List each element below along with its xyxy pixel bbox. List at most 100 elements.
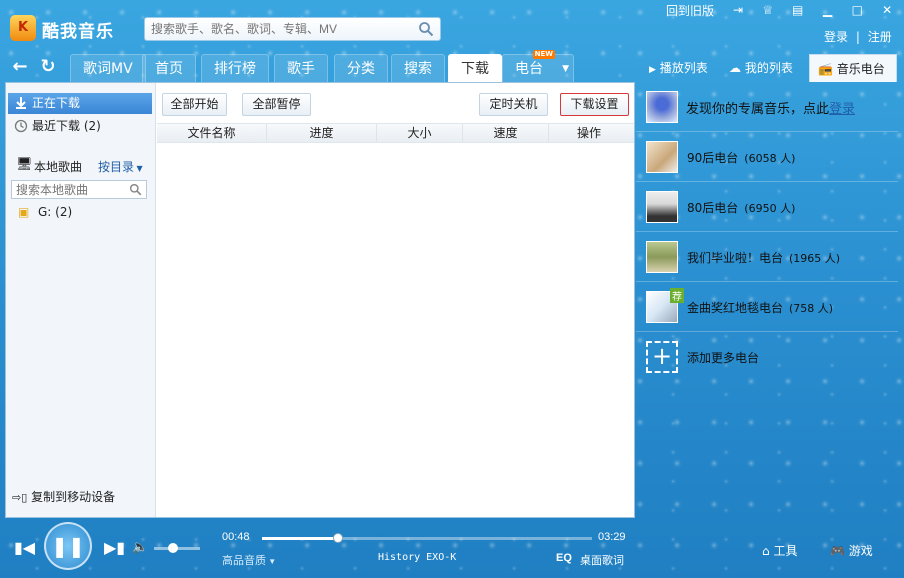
quality-dropdown[interactable]: 高品音质 ▼ bbox=[222, 552, 276, 568]
eq-button[interactable]: EQ bbox=[556, 552, 572, 564]
sidebar-item-recent[interactable]: 最近下载 (2) bbox=[8, 116, 101, 137]
next-icon[interactable]: ▶▮ bbox=[104, 538, 125, 557]
discover-login-link[interactable]: 登录 bbox=[829, 102, 855, 117]
folder-count: (2) bbox=[55, 205, 73, 219]
play-pause-button[interactable]: ❚❚ bbox=[44, 522, 92, 570]
folder-label: G: bbox=[38, 205, 52, 219]
tab-my-lists[interactable]: ☁ 我的列表 bbox=[729, 54, 793, 82]
clock-icon bbox=[14, 119, 28, 133]
elapsed-time: 00:48 bbox=[222, 531, 250, 543]
tab-radio[interactable]: 电台 NEW ▼ bbox=[502, 50, 574, 83]
local-search-input[interactable] bbox=[12, 181, 122, 198]
station-thumbnail bbox=[646, 191, 678, 223]
start-all-button[interactable]: 全部开始 bbox=[162, 93, 227, 116]
tab-music-radio-label: 音乐电台 bbox=[836, 62, 885, 76]
chevron-down-icon[interactable]: ▼ bbox=[562, 55, 569, 83]
add-more-radio-button[interactable]: + 添加更多电台 bbox=[636, 332, 898, 382]
progress-area: 00:48 03:29 高品音质 ▼ History EXO-K EQ 桌面歌词 bbox=[218, 528, 630, 570]
tab-playlist-label: 播放列表 bbox=[659, 61, 708, 75]
chevron-down-icon: ▼ bbox=[134, 164, 143, 173]
menu-icon[interactable]: ▤ bbox=[788, 2, 808, 18]
plus-icon: + bbox=[646, 341, 678, 373]
by-directory-label: 按目录 bbox=[98, 160, 135, 174]
now-playing: History EXO-K bbox=[378, 552, 457, 563]
recommend-badge: 荐 bbox=[670, 288, 684, 303]
folder-item[interactable]: ▣ G: (2) bbox=[8, 202, 72, 223]
local-search-box[interactable] bbox=[11, 180, 147, 199]
total-time: 03:29 bbox=[598, 531, 626, 543]
play-arrow-icon: ▶ bbox=[649, 65, 656, 75]
previous-icon[interactable]: ▮◀ bbox=[14, 538, 35, 557]
refresh-icon[interactable]: ↻ bbox=[33, 52, 63, 82]
login-link[interactable]: 登录 bbox=[824, 30, 848, 44]
window-controls: ⇥ ♕ ▤ ▁ □ ✕ bbox=[722, 2, 897, 22]
station-name: 90后电台 bbox=[687, 151, 739, 165]
gamepad-icon: 🎮 bbox=[830, 544, 845, 558]
cloud-icon: ☁ bbox=[729, 61, 741, 75]
volume-slider[interactable] bbox=[154, 543, 200, 553]
progress-knob[interactable] bbox=[332, 533, 343, 543]
back-arrow-icon[interactable]: ← bbox=[5, 52, 35, 82]
by-directory-dropdown[interactable]: 按目录 ▼ bbox=[98, 158, 143, 175]
volume-knob[interactable] bbox=[168, 543, 178, 553]
main-panel: 正在下载 最近下载 (2) 🖥 本地歌曲 按目录 ▼ ▣ G: (2) ⇨▯ 复… bbox=[5, 82, 635, 518]
chevron-down-icon: ▼ bbox=[266, 557, 277, 566]
column-actions[interactable]: 操作 bbox=[549, 124, 629, 142]
timer-shutdown-button[interactable]: 定时关机 bbox=[479, 93, 548, 116]
radio-station-item[interactable]: 荐 金曲奖红地毯电台 (758 人) bbox=[636, 282, 898, 332]
copy-to-device-label: 复制到移动设备 bbox=[31, 490, 116, 504]
sidebar-item-downloading[interactable]: 正在下载 bbox=[8, 93, 152, 114]
column-speed[interactable]: 速度 bbox=[463, 124, 549, 142]
tab-categories[interactable]: 分类 bbox=[334, 54, 388, 82]
tab-search[interactable]: 搜索 bbox=[391, 54, 445, 82]
skin-icon[interactable]: ♕ bbox=[758, 2, 778, 18]
search-input[interactable] bbox=[145, 18, 405, 40]
station-count: (758 人) bbox=[789, 302, 834, 315]
tab-my-lists-label: 我的列表 bbox=[744, 61, 793, 75]
desktop-lyrics-button[interactable]: 桌面歌词 bbox=[580, 552, 624, 568]
column-progress[interactable]: 进度 bbox=[267, 124, 377, 142]
close-icon[interactable]: ✕ bbox=[877, 2, 897, 18]
volume-icon[interactable]: 🔈 bbox=[132, 540, 148, 555]
pause-all-button[interactable]: 全部暂停 bbox=[242, 93, 311, 116]
tab-lyrics-mv[interactable]: 歌词MV bbox=[70, 54, 146, 82]
old-version-link[interactable]: 回到旧版 bbox=[666, 2, 714, 22]
search-box[interactable] bbox=[144, 17, 441, 41]
maximize-icon[interactable]: □ bbox=[847, 2, 867, 18]
nav-bar: ← ↻ 歌词MV 首页 排行榜 歌手 分类 搜索 下载 电台 NEW ▼ bbox=[5, 50, 635, 83]
search-icon[interactable] bbox=[418, 21, 434, 37]
station-name: 金曲奖红地毯电台 bbox=[687, 301, 784, 315]
right-tabs: ▶ 播放列表 ☁ 我的列表 📻 音乐电台 bbox=[637, 54, 900, 82]
progress-track[interactable] bbox=[262, 533, 592, 543]
register-link[interactable]: 注册 bbox=[868, 30, 892, 44]
copy-to-device-button[interactable]: ⇨▯ 复制到移动设备 bbox=[12, 488, 115, 505]
left-panel: 正在下载 最近下载 (2) 🖥 本地歌曲 按目录 ▼ ▣ G: (2) ⇨▯ 复… bbox=[6, 83, 156, 517]
mini-mode-icon[interactable]: ⇥ bbox=[728, 2, 748, 18]
search-icon[interactable] bbox=[129, 183, 142, 196]
tools-button[interactable]: ⌂ 工具 bbox=[762, 542, 797, 559]
tab-artists[interactable]: 歌手 bbox=[274, 54, 328, 82]
progress-fill bbox=[262, 537, 338, 540]
station-count: (6058 人) bbox=[744, 152, 796, 165]
station-text: 金曲奖红地毯电台 (758 人) bbox=[687, 299, 833, 316]
radio-discover[interactable]: 发现你的专属音乐，点此登录 bbox=[636, 82, 898, 132]
download-settings-button[interactable]: 下载设置 bbox=[560, 93, 629, 116]
tab-charts[interactable]: 排行榜 bbox=[201, 54, 269, 82]
radio-station-item[interactable]: 90后电台 (6058 人) bbox=[636, 132, 898, 182]
tab-download[interactable]: 下载 bbox=[448, 54, 502, 82]
tab-music-radio[interactable]: 📻 音乐电台 bbox=[809, 54, 897, 82]
station-thumbnail bbox=[646, 141, 678, 173]
column-size[interactable]: 大小 bbox=[377, 124, 463, 142]
radio-station-item[interactable]: 我们毕业啦！电台 (1965 人) bbox=[636, 232, 898, 282]
tab-playlist[interactable]: ▶ 播放列表 bbox=[649, 54, 708, 82]
radio-station-item[interactable]: 80后电台 (6950 人) bbox=[636, 182, 898, 232]
station-count: (6950 人) bbox=[744, 202, 796, 215]
sidebar-item-label: 最近下载 bbox=[32, 119, 81, 133]
radio-discover-text: 发现你的专属音乐，点此登录 bbox=[686, 98, 855, 117]
games-label: 游戏 bbox=[848, 544, 873, 558]
column-filename[interactable]: 文件名称 bbox=[157, 124, 267, 142]
tab-home[interactable]: 首页 bbox=[142, 54, 196, 82]
monitor-icon: 🖥 bbox=[16, 157, 33, 172]
minimize-icon[interactable]: ▁ bbox=[817, 2, 837, 18]
games-button[interactable]: 🎮 游戏 bbox=[830, 542, 873, 559]
